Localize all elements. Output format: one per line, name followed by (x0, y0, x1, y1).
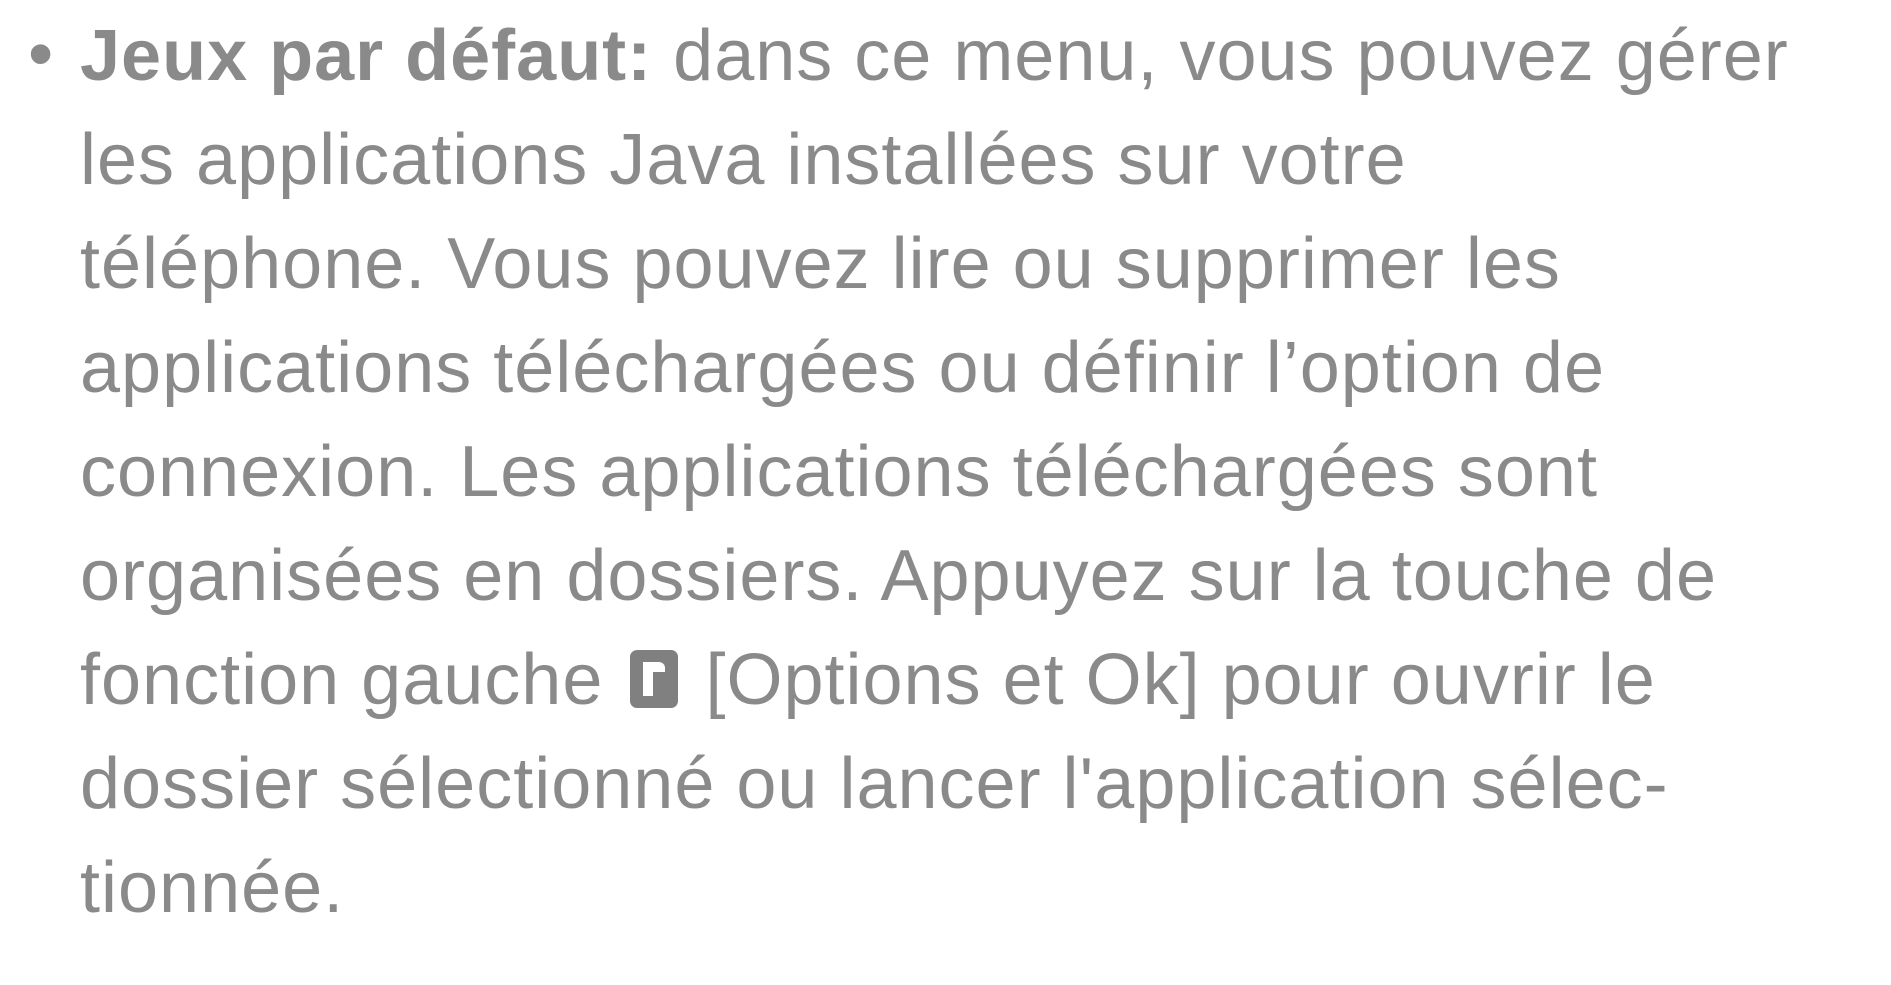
manual-page: • Jeux par défaut: dans ce menu, vous po… (0, 0, 1891, 985)
line1-text: dans ce menu, vous pouvez gérer (652, 16, 1789, 96)
text-line-9: tionnée. (80, 848, 345, 928)
text-line-1: Jeux par défaut: dans ce menu, vous pouv… (80, 4, 1880, 108)
text-line-3: téléphone. Vous pouvez lire ou supprimer… (80, 224, 1561, 304)
list-item-jeux-par-defaut: Jeux par défaut: dans ce menu, vous pouv… (80, 4, 1880, 940)
line7-after-icon: [Options et Ok] pour ouvrir le (705, 640, 1656, 720)
text-line-2: les applications Java installées sur vot… (80, 120, 1407, 200)
text-line-8: dossier sélectionné ou lancer l'applicat… (80, 744, 1669, 824)
bullet-point: • (28, 14, 54, 94)
menu-term: Jeux par défaut: (80, 16, 653, 96)
line7-before-icon: fonction gauche (80, 640, 604, 720)
text-line-7: fonction gauche [Options et Ok] pour ouv… (80, 628, 1880, 732)
left-softkey-icon (630, 650, 679, 708)
text-line-4: applications téléchargées ou définir l’o… (80, 328, 1605, 408)
text-line-5: connexion. Les applications téléchargées… (80, 432, 1598, 512)
text-line-6: organisées en dossiers. Appuyez sur la t… (80, 536, 1717, 616)
